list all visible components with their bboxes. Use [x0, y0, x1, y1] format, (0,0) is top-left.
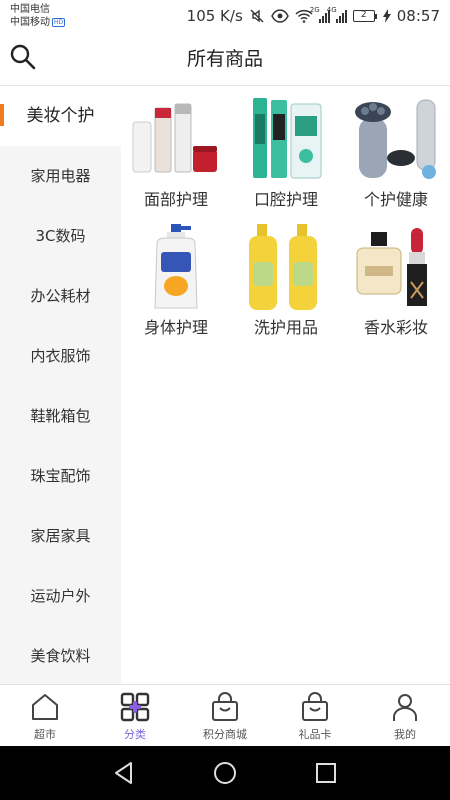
- nav-label: 礼品卡: [298, 728, 332, 741]
- sidebar-item-jewelry[interactable]: 珠宝配饰: [0, 446, 121, 506]
- status-indicators: 105 K/s 2G 4G 2 08:57: [187, 6, 440, 26]
- carrier-1: 中国电信: [10, 4, 50, 15]
- sim2-network-type: 4G: [326, 5, 337, 14]
- battery-level: 2: [352, 10, 375, 22]
- nav-label: 积分商城: [203, 728, 247, 741]
- skincare-bottles-image: [132, 103, 217, 173]
- shampoo-bottles-image: [249, 224, 317, 310]
- sidebar-item-appliances[interactable]: 家用电器: [0, 146, 121, 206]
- nav-category[interactable]: 分类: [90, 685, 180, 746]
- sidebar-item-apparel[interactable]: 内衣服饰: [0, 326, 121, 386]
- subcategory-label: 口腔护理: [253, 190, 318, 209]
- subcategory-facial-care[interactable]: 面部护理: [121, 94, 231, 222]
- sidebar-item-furniture[interactable]: 家居家具: [0, 506, 121, 566]
- android-navigation-bar: [0, 746, 450, 800]
- sidebar-item-food[interactable]: 美食饮料: [0, 626, 121, 686]
- subcategory-hair-care[interactable]: 洗护用品: [231, 222, 341, 350]
- bottom-navigation: 超市 分类 积分商城 礼品卡 我的: [0, 684, 450, 746]
- sidebar-item-digital[interactable]: 3C数码: [0, 206, 121, 266]
- eye-icon: [270, 9, 289, 23]
- bag-icon: [212, 692, 238, 721]
- sim1-network-type: 2G: [309, 5, 320, 14]
- category-sidebar: 美妆个护 家用电器 3C数码 办公耗材 内衣服饰 鞋靴箱包 珠宝配饰 家居家具 …: [0, 86, 121, 684]
- nav-label: 超市: [34, 728, 56, 741]
- nav-points-mall[interactable]: 积分商城: [180, 685, 270, 746]
- subcategory-label: 个护健康: [363, 190, 428, 209]
- sidebar-item-shoes-bags[interactable]: 鞋靴箱包: [0, 386, 121, 446]
- subcategory-label: 身体护理: [143, 318, 208, 337]
- nav-supermarket[interactable]: 超市: [0, 685, 90, 746]
- electric-shaver-image: [355, 99, 436, 179]
- network-speed: 105 K/s: [186, 7, 243, 25]
- perfume-lipstick-image: [356, 228, 427, 306]
- person-icon: [393, 694, 417, 721]
- house-icon: [32, 694, 58, 720]
- signal-sim2-icon: 4G: [327, 6, 347, 23]
- home-icon[interactable]: [212, 760, 238, 786]
- subcategory-perfume-makeup[interactable]: 香水彩妆: [341, 222, 450, 350]
- nav-profile[interactable]: 我的: [360, 685, 450, 746]
- subcategory-label: 香水彩妆: [363, 318, 428, 337]
- top-header: 所有商品: [0, 32, 450, 86]
- subcategory-personal-health[interactable]: 个护健康: [341, 94, 450, 222]
- sidebar-item-beauty[interactable]: 美妆个护: [0, 86, 121, 146]
- recents-icon[interactable]: [313, 760, 339, 786]
- bag-icon: [302, 692, 328, 721]
- category-content: 面部护理 口腔护理 个护健康 身体护理 洗护用品 香水彩妆: [121, 86, 450, 684]
- grid-icon: [120, 692, 150, 722]
- subcategory-label: 面部护理: [143, 190, 208, 209]
- battery-icon: 2: [352, 10, 377, 22]
- nav-label: 分类: [124, 728, 146, 741]
- subcategory-body-care[interactable]: 身体护理: [121, 222, 231, 350]
- carrier-2: 中国移动: [10, 17, 50, 28]
- subcategory-label: 洗护用品: [253, 318, 318, 337]
- back-icon[interactable]: [111, 760, 137, 786]
- subcategory-grid: 面部护理 口腔护理 个护健康 身体护理 洗护用品 香水彩妆: [121, 94, 450, 350]
- nav-label: 我的: [394, 728, 416, 741]
- carrier-info: 中国电信 中国移动 HD: [10, 3, 66, 29]
- nav-gift-card[interactable]: 礼品卡: [270, 685, 360, 746]
- status-bar: 中国电信 中国移动 HD 105 K/s 2G 4G 2 08:57: [0, 0, 450, 32]
- mute-icon: [250, 9, 264, 23]
- body-wash-bottle-image: [154, 224, 198, 309]
- subcategory-oral-care[interactable]: 口腔护理: [231, 94, 341, 222]
- clock: 08:57: [396, 7, 440, 25]
- toothpaste-image: [253, 98, 322, 179]
- page-title: 所有商品: [186, 48, 263, 70]
- sidebar-item-sports[interactable]: 运动户外: [0, 566, 121, 626]
- sidebar-item-office[interactable]: 办公耗材: [0, 266, 121, 326]
- charging-icon: [382, 9, 391, 23]
- hd-badge: HD: [52, 18, 66, 27]
